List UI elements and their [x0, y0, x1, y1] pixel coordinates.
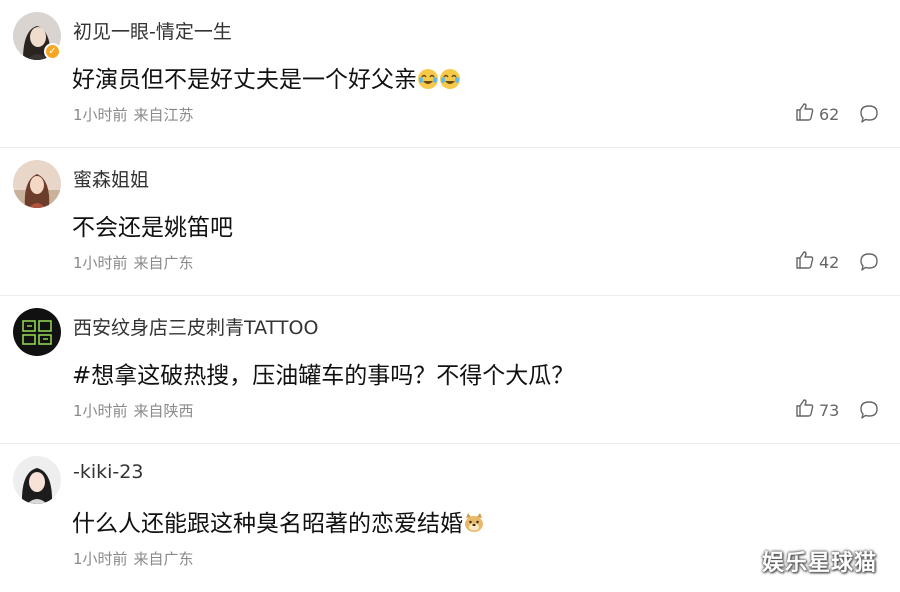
laugh-tears-emoji-icon: [439, 68, 461, 96]
reply-comment-icon[interactable]: [858, 103, 880, 125]
like-count: 42: [819, 252, 840, 272]
user-avatar[interactable]: [13, 456, 61, 504]
comment-meta: 1小时前 来自广东: [73, 252, 200, 273]
like-count: 62: [819, 104, 840, 124]
comment-username[interactable]: 初见一眼-情定一生: [73, 17, 232, 44]
comment-location: 来自江苏: [133, 106, 194, 124]
like-button[interactable]: 73: [795, 399, 839, 421]
reply-comment-icon[interactable]: [858, 399, 880, 421]
reply-comment-icon[interactable]: [858, 251, 880, 273]
comment-meta: 1小时前 来自江苏: [73, 104, 200, 125]
watermark-text: 娱乐星球猫: [762, 551, 878, 576]
comment-time: 1小时前: [73, 550, 128, 568]
comment-time: 1小时前: [73, 106, 128, 124]
comment-text: 不会还是姚笛吧: [72, 215, 233, 241]
comment-time: 1小时前: [73, 254, 128, 272]
like-count: 73: [819, 400, 840, 420]
comment-text: 什么人还能跟这种臭名昭著的恋爱结婚: [72, 504, 485, 540]
comment-location: 来自广东: [133, 550, 194, 568]
like-button[interactable]: 42: [795, 251, 839, 273]
comment-meta: 1小时前 来自广东: [73, 548, 200, 569]
comment-time: 1小时前: [73, 402, 128, 420]
thumbs-up-icon: [795, 102, 815, 126]
comment-item: 蜜森姐姐 不会还是姚笛吧 1小时前 来自广东 42: [0, 148, 900, 296]
comment-item: 西安纹身店三皮刺青TATTOO #想拿这破热搜，压油罐车的事吗？不得个大瓜？ 1…: [0, 296, 900, 444]
thumbs-up-icon: [795, 398, 815, 422]
comment-text-body: 好演员但不是好丈夫是一个好父亲: [72, 67, 417, 93]
like-button[interactable]: 62: [795, 103, 839, 125]
comment-username[interactable]: 蜜森姐姐: [73, 165, 149, 192]
verified-badge-icon: ✓: [44, 43, 61, 60]
comment-username[interactable]: 西安纹身店三皮刺青TATTOO: [73, 313, 318, 340]
comment-username[interactable]: -kiki-23: [73, 461, 143, 483]
comment-location: 来自广东: [133, 254, 194, 272]
comment-text: 好演员但不是好丈夫是一个好父亲: [72, 60, 461, 96]
comment-item: ✓ 初见一眼-情定一生 好演员但不是好丈夫是一个好父亲 1小时前 来自江苏 62: [0, 0, 900, 148]
thumbs-up-icon: [795, 250, 815, 274]
comment-text: #想拿这破热搜，压油罐车的事吗？不得个大瓜？: [72, 363, 575, 389]
user-avatar[interactable]: [13, 308, 61, 356]
user-avatar[interactable]: [13, 160, 61, 208]
comment-text-body: 什么人还能跟这种臭名昭著的恋爱结婚: [72, 511, 463, 537]
laugh-tears-emoji-icon: [417, 68, 439, 96]
comment-meta: 1小时前 来自陕西: [73, 400, 200, 421]
comment-location: 来自陕西: [133, 402, 194, 420]
doge-emoji-icon: [463, 512, 485, 540]
